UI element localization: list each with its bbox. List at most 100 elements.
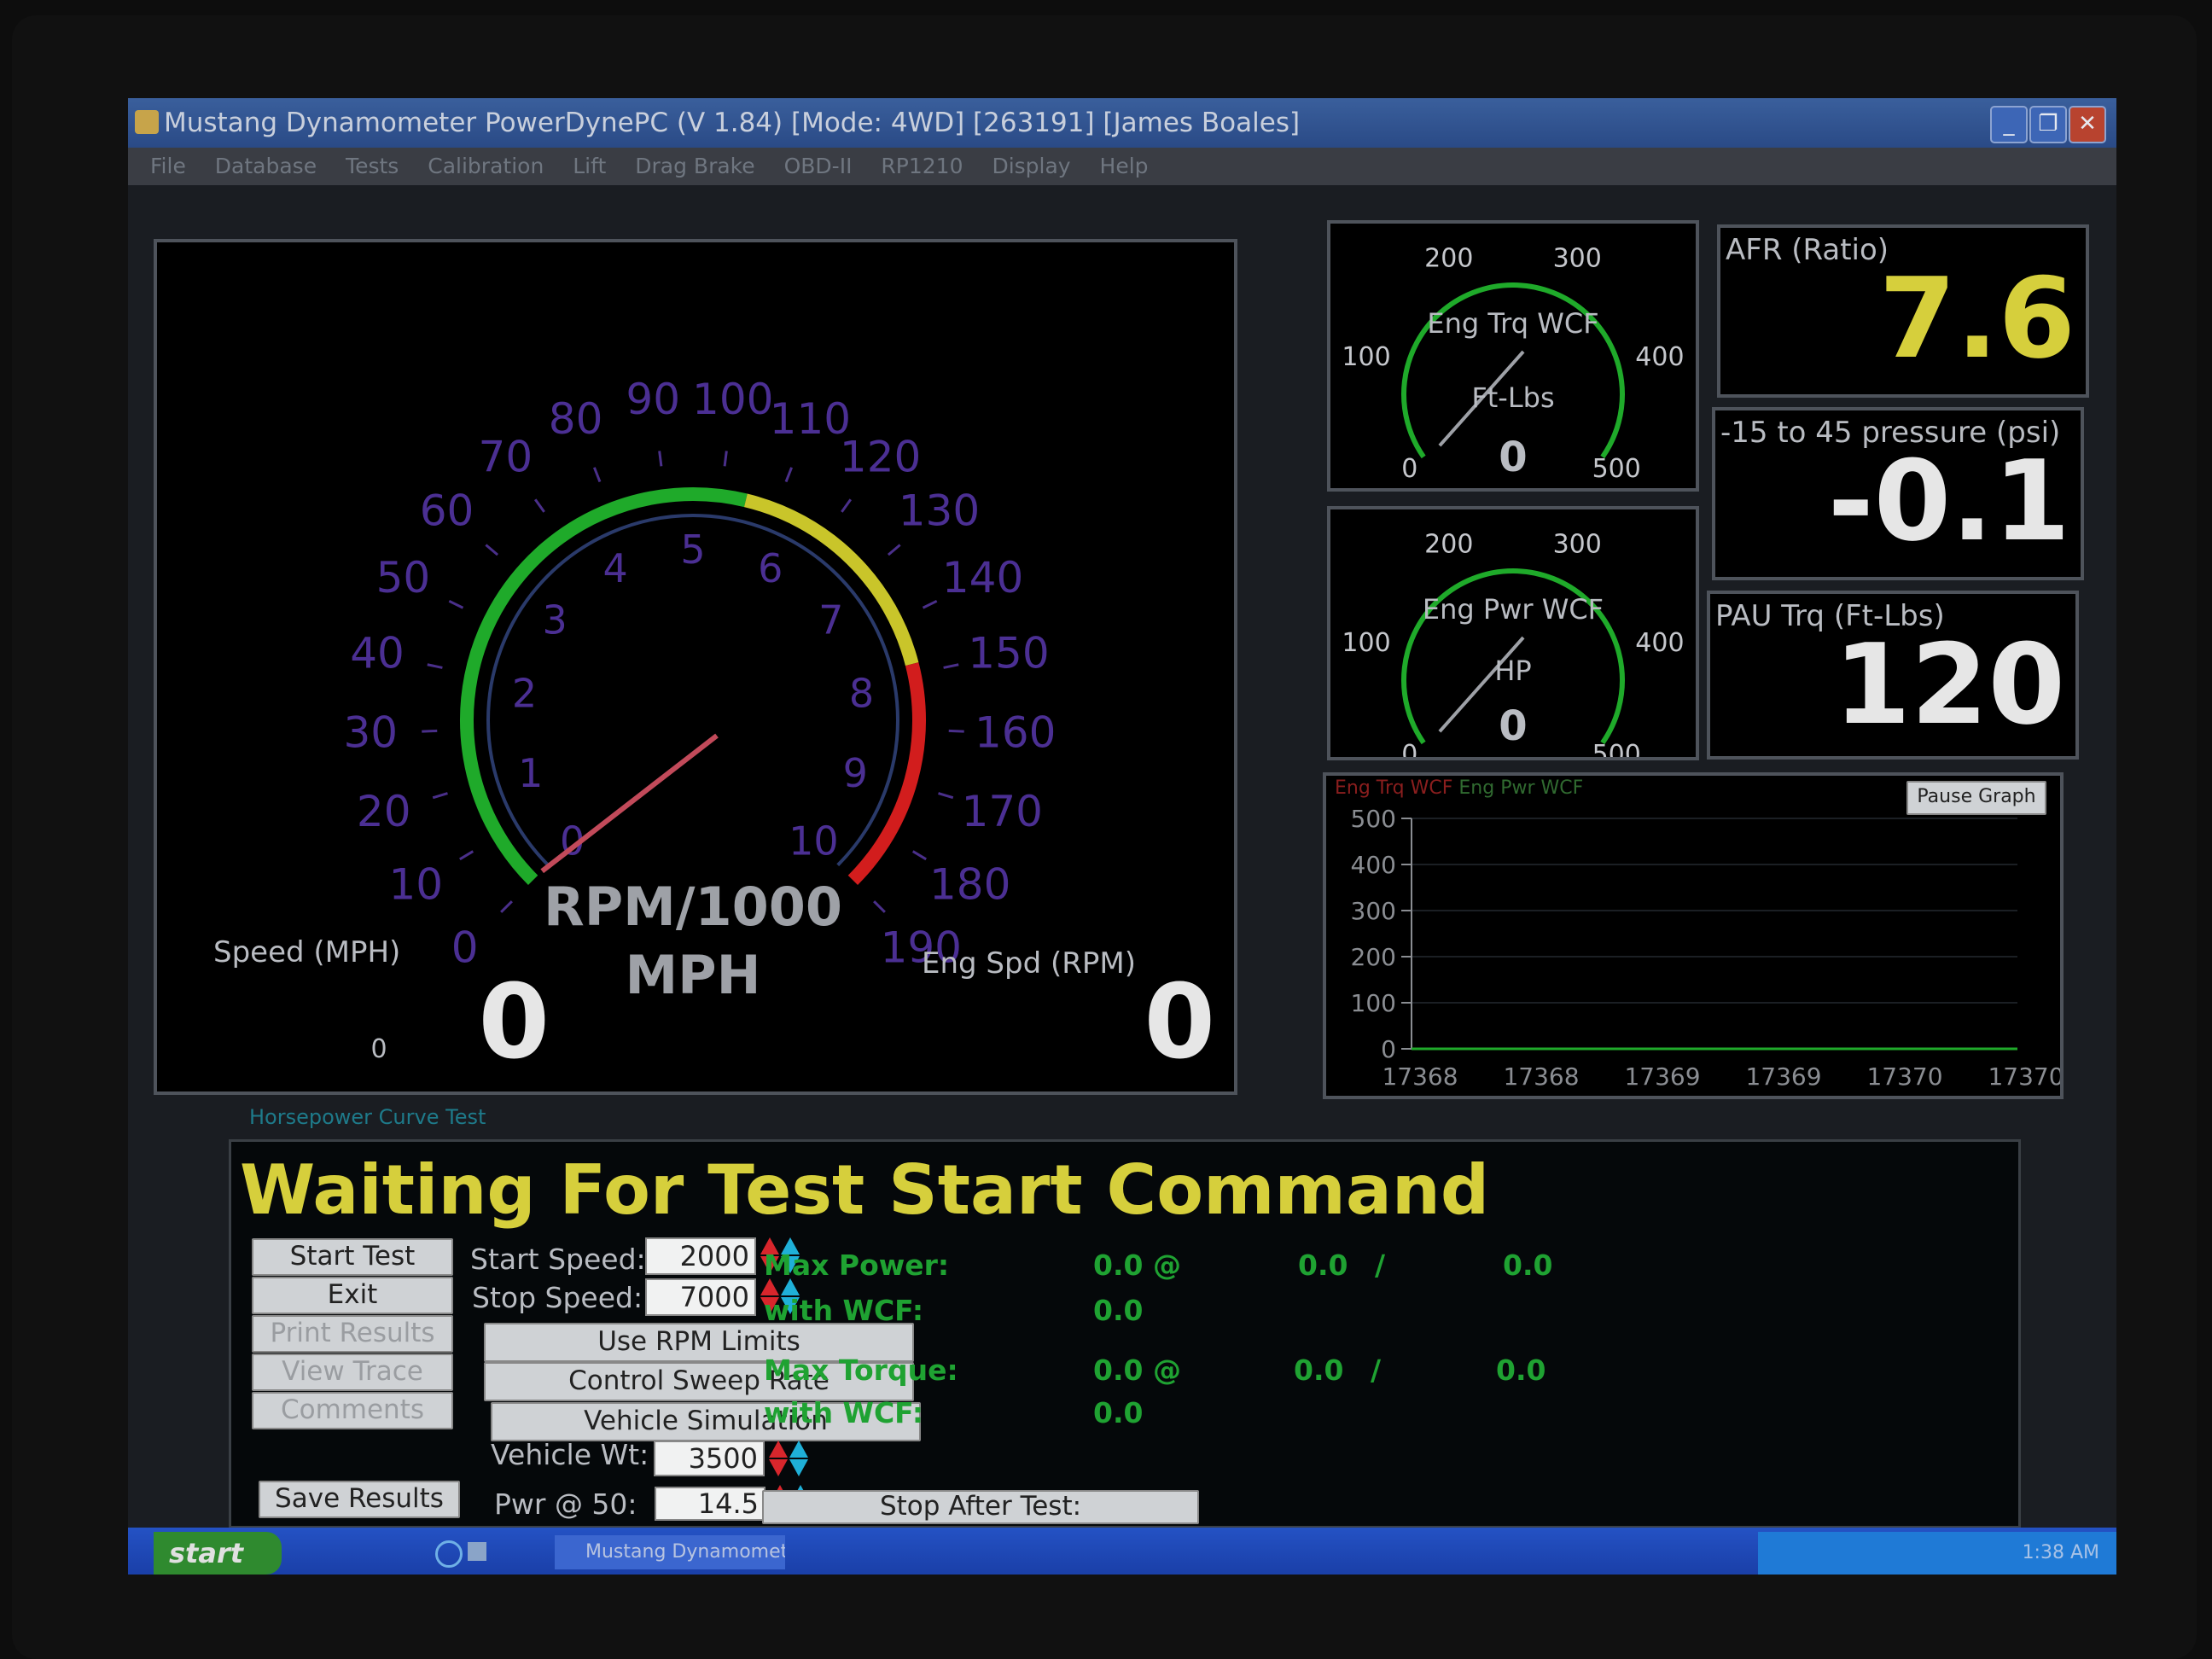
mph-tick-label: 80 — [549, 394, 603, 444]
torque-gauge-panel: 0 100 200 300 400 500 Eng Trq WCF Ft-Lbs 0 — [1327, 220, 1699, 492]
start-button[interactable]: start — [154, 1532, 282, 1575]
clock: 1:38 AM — [2022, 1542, 2099, 1563]
test-status: Waiting For Test Start Command — [240, 1150, 1490, 1230]
stop-speed-input[interactable]: 7000 — [645, 1278, 756, 1316]
menu-file[interactable]: File — [150, 148, 186, 185]
window-title: Mustang Dynamometer PowerDynePC (V 1.84)… — [164, 108, 1301, 138]
mph-tick — [723, 451, 728, 467]
menu-database[interactable]: Database — [215, 148, 317, 185]
power-gauge-value: 0 — [1499, 702, 1527, 750]
mph-tick-label: 160 — [975, 708, 1056, 758]
trq-tick-label: 300 — [1553, 244, 1602, 274]
rpm-tick-labels: 01234 5 678910 — [512, 527, 874, 864]
mph-tick — [500, 900, 513, 913]
start-speed-label: Start Speed: — [470, 1243, 646, 1276]
max-torque-label: Max Torque: — [764, 1353, 958, 1387]
trq-tick-label: 0 — [1401, 454, 1417, 484]
mph-tick-label: 110 — [770, 394, 851, 444]
graph-panel: Eng Trq WCF Eng Pwr WCF Pause Graph 500 4… — [1323, 772, 2064, 1099]
rpm-tick-label: 2 — [512, 671, 537, 717]
rpm-value: 0 — [1144, 963, 1216, 1082]
taskbar-item-mustang[interactable]: Mustang Dynamomet... — [555, 1535, 785, 1569]
chart-x-label: 17368 — [1503, 1062, 1579, 1091]
afr-readout: AFR (Ratio) 7.6 — [1717, 224, 2089, 398]
vehicle-wt-spinner[interactable] — [769, 1441, 808, 1478]
pwr50-input[interactable]: 14.5 — [655, 1487, 765, 1521]
exit-button[interactable]: Exit — [252, 1277, 453, 1314]
menu-calibration[interactable]: Calibration — [428, 148, 544, 185]
system-tray: 1:38 AM — [1758, 1532, 2116, 1575]
mph-tick — [485, 544, 499, 556]
mph-tick-label: 150 — [968, 628, 1049, 678]
menu-obd-ii[interactable]: OBD-II — [784, 148, 853, 185]
stop-after-test-button[interactable]: Stop After Test: — [762, 1490, 1199, 1524]
pwr-tick-label: 500 — [1592, 740, 1641, 757]
rpm-tick-label: 10 — [789, 818, 839, 864]
rpm-tick-label: 9 — [843, 750, 868, 796]
afr-label: AFR (Ratio) — [1726, 233, 1889, 267]
chart-y-label: 300 — [1351, 897, 1396, 925]
menu-display[interactable]: Display — [992, 148, 1070, 185]
title-bar[interactable]: Mustang Dynamometer PowerDynePC (V 1.84)… — [128, 98, 2116, 148]
mph-tick-label: 40 — [350, 628, 405, 678]
pwr-tick-label: 400 — [1635, 628, 1684, 658]
menu-help[interactable]: Help — [1100, 148, 1149, 185]
menu-rp1210[interactable]: RP1210 — [881, 148, 963, 185]
start-speed-input[interactable]: 2000 — [645, 1237, 756, 1275]
start-label: start — [169, 1537, 244, 1569]
trq-tick-label: 500 — [1592, 454, 1641, 484]
mph-tick-label: 20 — [357, 787, 411, 836]
mph-tick-label: 100 — [692, 375, 773, 424]
mph-tick-label: 130 — [899, 486, 980, 536]
section-label: Horsepower Curve Test — [249, 1105, 486, 1129]
power-gauge-units: HP — [1494, 655, 1531, 687]
max-torque-value: 0.0 @ — [1093, 1353, 1181, 1387]
max-power-slash: / — [1375, 1249, 1386, 1282]
pressure-value: -0.1 — [1827, 436, 2070, 566]
mph-tick-label: 60 — [420, 486, 474, 536]
gauge-center-rpm: RPM/1000 — [543, 876, 843, 938]
rpm-tick-label: 1 — [518, 750, 543, 796]
save-results-button[interactable]: Save Results — [259, 1481, 460, 1518]
chart-y-label: 0 — [1381, 1035, 1396, 1063]
mph-tick-label: 70 — [479, 432, 533, 481]
max-torque-wcf-label: with WCF: — [764, 1396, 924, 1429]
mph-tick-label: 120 — [840, 432, 921, 481]
vehicle-wt-input[interactable]: 3500 — [654, 1441, 765, 1476]
ie-icon[interactable] — [435, 1540, 463, 1568]
mph-tick — [448, 599, 464, 609]
gauge-needle — [540, 733, 719, 874]
mph-tick-label: 140 — [942, 553, 1023, 602]
chart-y-label: 400 — [1351, 851, 1396, 879]
comments-button[interactable]: Comments — [252, 1392, 453, 1429]
view-trace-button[interactable]: View Trace — [252, 1353, 453, 1391]
chart-y-label: 500 — [1351, 805, 1396, 833]
mph-tick — [873, 900, 886, 913]
max-power-wcf-value: 0.0 — [1093, 1294, 1144, 1327]
torque-gauge-value: 0 — [1499, 434, 1527, 481]
mph-tick — [911, 850, 927, 861]
maximize-button[interactable]: ❐ — [2029, 106, 2067, 143]
mph-tick — [533, 498, 545, 513]
menu-drag-brake[interactable]: Drag Brake — [635, 148, 754, 185]
rpm-tick-label: 5 — [680, 527, 705, 573]
menu-bar: File Database Tests Calibration Lift Dra… — [128, 148, 2116, 185]
mph-tick-label: 50 — [376, 553, 431, 602]
start-test-button[interactable]: Start Test — [252, 1238, 453, 1276]
mph-tick — [943, 663, 959, 669]
chart-x-label: 17370 — [1988, 1062, 2060, 1091]
mph-tick — [938, 792, 954, 800]
pau-trq-readout: PAU Trq (Ft-Lbs) 120 — [1707, 591, 2079, 760]
minimize-button[interactable]: _ — [1990, 106, 2028, 143]
mph-tick — [427, 663, 443, 669]
menu-tests[interactable]: Tests — [346, 148, 399, 185]
max-torque-wcf-value: 0.0 — [1093, 1396, 1144, 1429]
print-results-button[interactable]: Print Results — [252, 1315, 453, 1353]
pwr-tick-label: 0 — [1401, 740, 1417, 757]
max-power-extra: 0.0 — [1503, 1249, 1553, 1282]
pressure-readout: -15 to 45 pressure (psi) -0.1 — [1712, 407, 2084, 580]
close-button[interactable]: ✕ — [2069, 106, 2106, 143]
menu-lift[interactable]: Lift — [573, 148, 606, 185]
desktop-icon[interactable] — [468, 1542, 486, 1561]
power-gauge-panel: 0 100 200 300 400 500 Eng Pwr WCF HP 0 — [1327, 506, 1699, 760]
